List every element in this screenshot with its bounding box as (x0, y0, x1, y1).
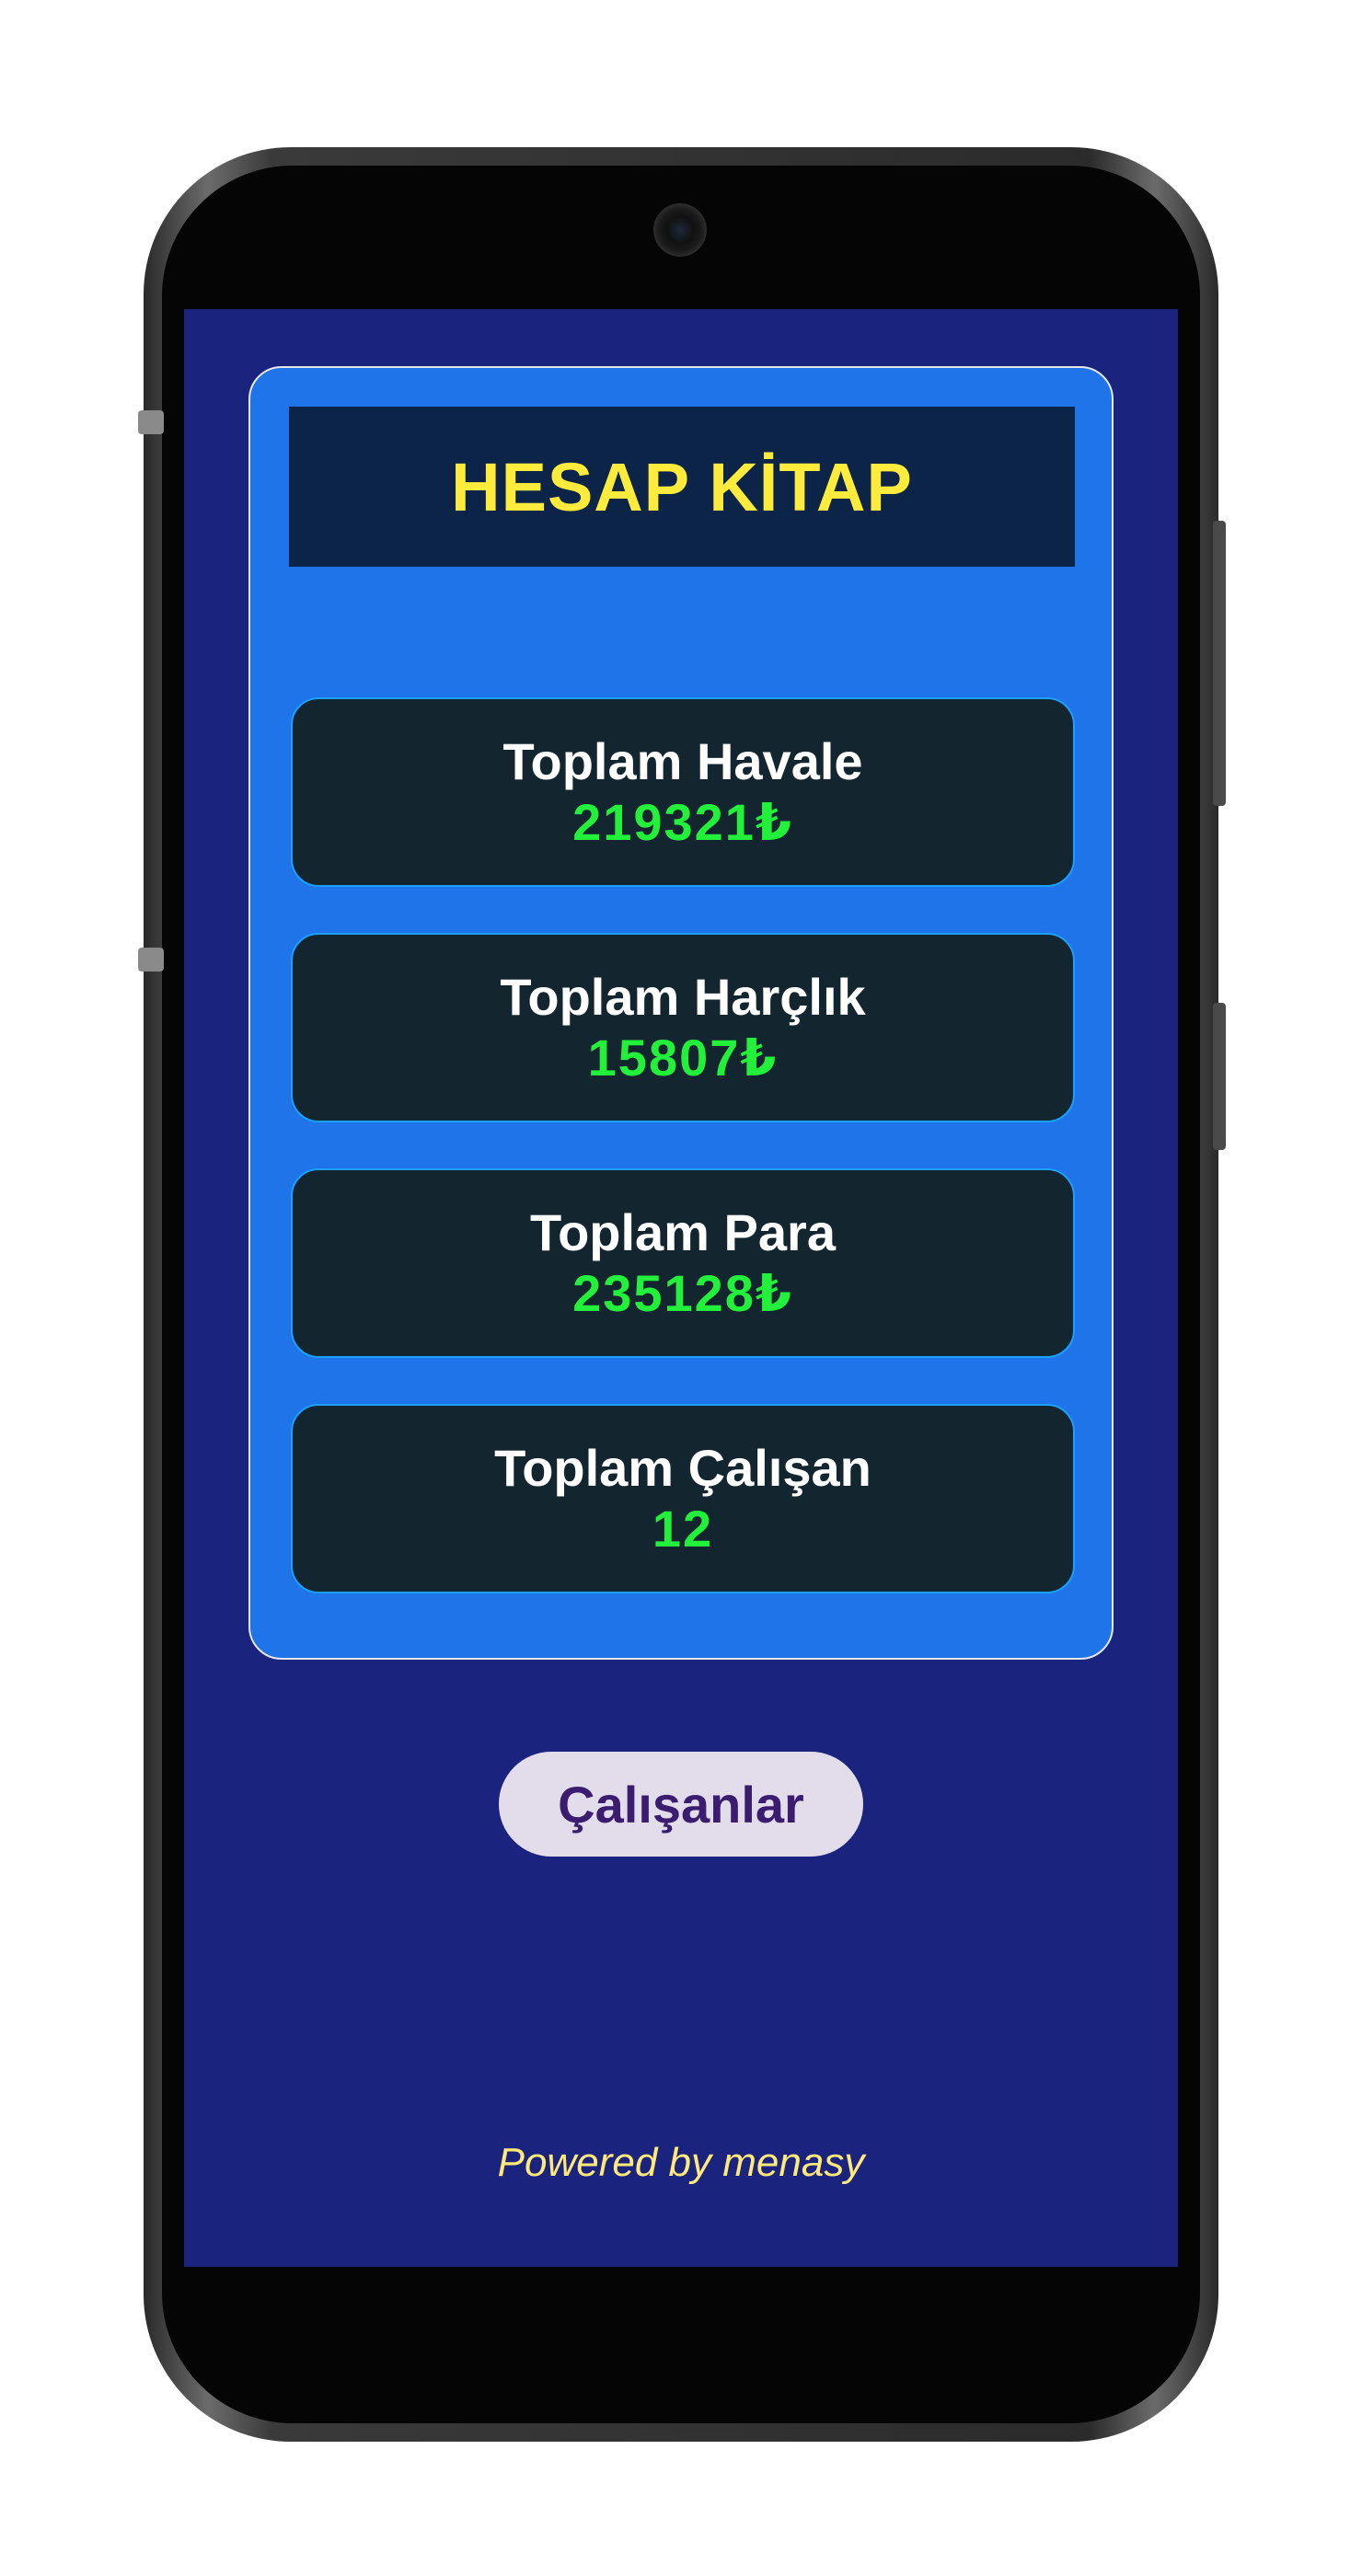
volume-button (1213, 521, 1226, 806)
stat-label: Toplam Havale (502, 732, 863, 790)
stat-label: Toplam Çalışan (494, 1439, 871, 1497)
footer-credit: Powered by menasy (497, 2140, 865, 2185)
left-side-mark-bottom (138, 948, 164, 972)
front-camera-icon (653, 203, 707, 257)
stat-label: Toplam Harçlık (500, 968, 866, 1026)
employees-button[interactable]: Çalışanlar (499, 1752, 863, 1857)
stat-value: 219321₺ (572, 793, 793, 851)
stat-value: 15807₺ (587, 1029, 779, 1087)
stat-value: 235128₺ (572, 1264, 793, 1322)
stat-card-transfers: Toplam Havale 219321₺ (291, 697, 1075, 887)
stat-value: 12 (652, 1500, 714, 1558)
left-side-mark-top (138, 410, 164, 434)
stat-card-allowance: Toplam Harçlık 15807₺ (291, 933, 1075, 1122)
title-bar: HESAP KİTAP (289, 407, 1075, 567)
stat-card-employees: Toplam Çalışan 12 (291, 1404, 1075, 1593)
stat-label: Toplam Para (530, 1203, 836, 1261)
power-button (1213, 1003, 1226, 1150)
stat-card-money: Toplam Para 235128₺ (291, 1168, 1075, 1358)
summary-panel: HESAP KİTAP Toplam Havale 219321₺ Toplam… (248, 366, 1114, 1660)
app-title: HESAP KİTAP (451, 448, 913, 525)
app-screen: HESAP KİTAP Toplam Havale 219321₺ Toplam… (184, 309, 1178, 2267)
